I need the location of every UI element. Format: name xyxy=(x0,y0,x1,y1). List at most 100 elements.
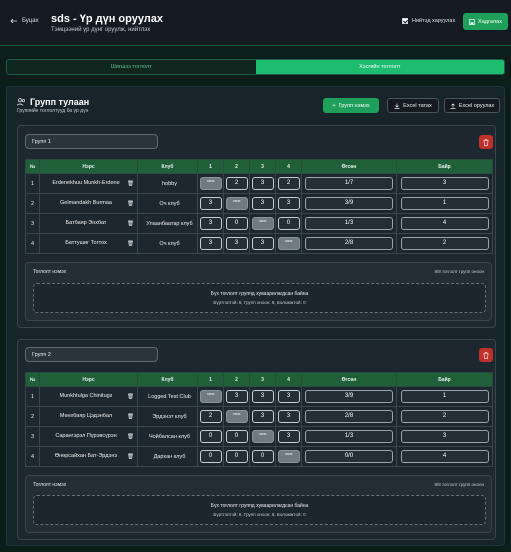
rank-input[interactable]: 2 xyxy=(400,410,489,423)
delete-group-button[interactable] xyxy=(479,348,493,362)
score-input[interactable]: 3 xyxy=(199,217,222,230)
given-input[interactable]: 3/9 xyxy=(305,197,393,210)
given-input[interactable]: 2/8 xyxy=(305,410,393,423)
row-number: 1 xyxy=(25,173,40,194)
trash-icon[interactable]: 🗑 xyxy=(127,221,134,227)
score-input[interactable]: 0 xyxy=(199,450,222,463)
given-input[interactable]: 2/8 xyxy=(305,237,393,250)
score-input[interactable]: 0 xyxy=(251,450,274,463)
trash-icon[interactable]: 🗑 xyxy=(127,414,134,420)
score-cell: 3 xyxy=(223,233,250,254)
trash-icon[interactable]: 🗑 xyxy=(127,394,134,400)
score-input[interactable]: 0 xyxy=(199,430,222,443)
given-input[interactable]: 3/9 xyxy=(305,390,393,403)
add-match-title: Тоглолт нэмэх xyxy=(33,269,67,275)
table-row: 2 Мөнхбаяр Цэдэнбал 🗑 Эрдэнэт клуб 2 ****… xyxy=(25,406,493,427)
col-header: 4 xyxy=(275,159,302,174)
allocation-stats: Бүртгэлтэй: 8, Групп оноон: 8, Боломжтой… xyxy=(213,512,306,517)
given-input[interactable]: 0/0 xyxy=(305,450,393,463)
score-cell: ***** xyxy=(197,386,224,407)
score-cell: 2 xyxy=(223,173,250,194)
given-cell: 2/8 xyxy=(301,406,397,427)
score-input[interactable]: 3 xyxy=(277,390,300,403)
score-cell: ***** xyxy=(275,233,302,254)
rank-input[interactable]: 1 xyxy=(400,197,489,210)
score-input[interactable]: 2 xyxy=(199,410,222,423)
score-cell: 3 xyxy=(275,406,302,427)
score-input[interactable]: 3 xyxy=(277,197,300,210)
score-input[interactable]: 3 xyxy=(277,410,300,423)
rank-input[interactable]: 3 xyxy=(400,430,489,443)
excel-upload-button[interactable]: Excel оруулах xyxy=(444,98,500,113)
top-bar: Буцах sds - Үр дүн оруулах Тэмцээний үр … xyxy=(0,0,511,46)
player-cell: Gelmandakh Burmaa 🗑 xyxy=(39,193,138,214)
score-input[interactable]: 3 xyxy=(225,237,248,250)
rank-input[interactable]: 3 xyxy=(400,177,489,190)
panel-title: Групп тулаан xyxy=(30,97,90,107)
given-cell: 2/8 xyxy=(301,233,397,254)
match-count: 8/8 тоглолт групп оноон xyxy=(434,269,484,274)
score-cell: ***** xyxy=(249,426,276,447)
score-input[interactable]: 3 xyxy=(251,410,274,423)
score-input[interactable]: 0 xyxy=(277,217,300,230)
score-input[interactable]: 3 xyxy=(225,390,248,403)
rank-cell: 4 xyxy=(396,213,493,234)
trash-icon[interactable]: 🗑 xyxy=(127,454,134,460)
player-cell: Сарангэрэл Пүрэвсүрэн 🗑 xyxy=(39,426,138,447)
trash-icon[interactable]: 🗑 xyxy=(127,434,134,440)
score-cell: ***** xyxy=(223,406,250,427)
col-header: Клуб xyxy=(137,372,198,387)
club-name: Улаанбаатар клуб xyxy=(137,213,198,234)
match-dropzone: Бүх тоглолт группд хуваарилагдсан байна … xyxy=(33,283,486,313)
given-input[interactable]: 1/3 xyxy=(305,217,393,230)
group-name-input[interactable]: Групп 2 xyxy=(25,347,158,362)
tab-group-stage[interactable]: Хэсгийн тоглолт xyxy=(255,60,504,74)
table-header-row: № Нэрс Клуб 1 2 3 4 Өгсөн Байр xyxy=(25,159,493,174)
score-input[interactable]: 0 xyxy=(225,217,248,230)
publish-checkbox[interactable] xyxy=(402,18,408,24)
player-cell: Батбаяр Энхбат 🗑 xyxy=(39,213,138,234)
back-button[interactable]: Буцах xyxy=(10,18,39,24)
score-input[interactable]: 3 xyxy=(199,197,222,210)
score-input[interactable]: 2 xyxy=(225,177,248,190)
tab-knockout[interactable]: Шигшээ тоглолт xyxy=(7,60,256,74)
save-button[interactable]: Хадгалах xyxy=(463,13,508,30)
back-label: Буцах xyxy=(22,18,39,24)
trash-icon[interactable]: 🗑 xyxy=(127,181,134,187)
excel-download-button[interactable]: Excel татах xyxy=(387,98,439,113)
given-input[interactable]: 1/7 xyxy=(305,177,393,190)
rank-input[interactable]: 1 xyxy=(400,390,489,403)
club-name: Logged Test Club xyxy=(137,386,198,407)
table-row: 4 Баттушиг Тогтох 🗑 Оч клуб 3 3 3 ***** 2… xyxy=(25,233,493,254)
score-self: ***** xyxy=(199,177,222,190)
rank-input[interactable]: 4 xyxy=(400,217,489,230)
given-input[interactable]: 1/3 xyxy=(305,430,393,443)
add-group-button[interactable]: + Групп нэмэх xyxy=(323,98,379,113)
group-name-input[interactable]: Групп 1 xyxy=(25,134,158,149)
group-table: № Нэрс Клуб 1 2 3 4 Өгсөн Байр 1 Munkhtu… xyxy=(25,372,493,467)
score-input[interactable]: 0 xyxy=(225,430,248,443)
publish-toggle[interactable]: Нийтэд харуулах xyxy=(402,18,455,24)
delete-group-button[interactable] xyxy=(479,135,493,149)
score-input[interactable]: 3 xyxy=(251,197,274,210)
table-row: 4 Өнөрсайхан Бат-Эрдэнэ 🗑 Дархан клуб 0 0… xyxy=(25,446,493,467)
score-input[interactable]: 3 xyxy=(251,237,274,250)
match-dropzone: Бүх тоглолт группд хуваарилагдсан байна … xyxy=(33,495,486,525)
score-input[interactable]: 3 xyxy=(251,177,274,190)
score-input[interactable]: 3 xyxy=(277,430,300,443)
users-icon xyxy=(17,98,26,106)
score-input[interactable]: 0 xyxy=(225,450,248,463)
trash-icon[interactable]: 🗑 xyxy=(127,241,134,247)
given-cell: 0/0 xyxy=(301,446,397,467)
trash-icon[interactable]: 🗑 xyxy=(127,201,134,207)
rank-input[interactable]: 4 xyxy=(400,450,489,463)
rank-cell: 1 xyxy=(396,386,493,407)
rank-input[interactable]: 2 xyxy=(400,237,489,250)
score-input[interactable]: 2 xyxy=(277,177,300,190)
score-input[interactable]: 3 xyxy=(251,390,274,403)
given-cell: 1/3 xyxy=(301,213,397,234)
col-header: 2 xyxy=(223,159,250,174)
group-table: № Нэрс Клуб 1 2 3 4 Өгсөн Байр 1 Erdenek… xyxy=(25,159,493,254)
score-input[interactable]: 3 xyxy=(199,237,222,250)
col-header: Нэрс xyxy=(39,372,138,387)
